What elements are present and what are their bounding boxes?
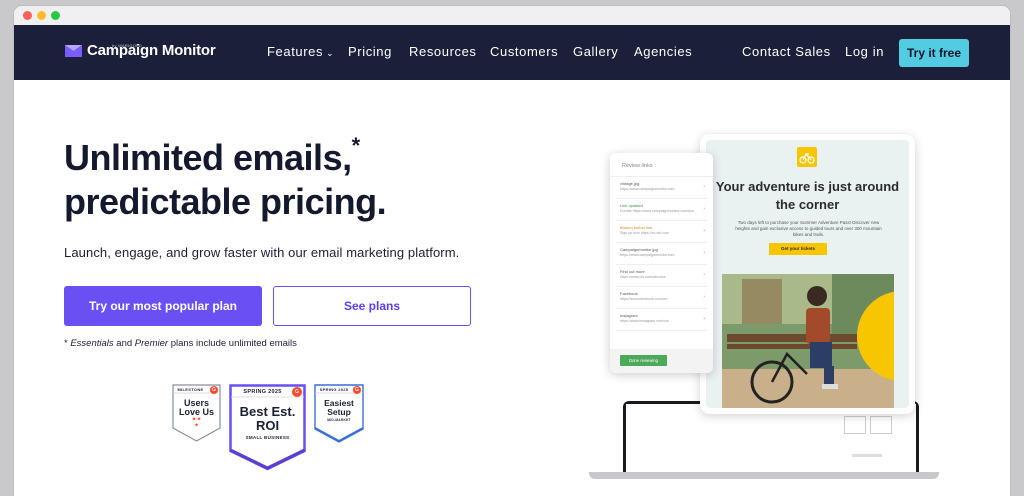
nav-login[interactable]: Log in [845, 44, 884, 59]
chevron-right-icon: › [703, 206, 705, 212]
see-plans-button[interactable]: See plans [273, 286, 471, 326]
email-preview: Your adventure is just around the corner… [706, 140, 909, 408]
hero-title-line2: predictable pricing. [64, 181, 387, 222]
chevron-right-icon: › [703, 272, 705, 278]
email-headline: Your adventure is just around the corner [715, 179, 900, 212]
nav-features-label: Features [267, 44, 324, 59]
list-item[interactable]: Facebook https://www.facebook.com/cm › [616, 287, 707, 309]
g2-logo-icon: G [292, 387, 302, 397]
badge-main-label: Users Love Us [178, 398, 214, 417]
badge-top-label: SPRING 2025 [319, 387, 349, 392]
try-popular-plan-button[interactable]: Try our most popular plan [64, 286, 262, 326]
link-url: https://www.campaignmonitor.com [620, 187, 675, 191]
chevron-right-icon: › [703, 228, 705, 234]
g2-logo-icon: G [353, 386, 361, 394]
laptop-base [589, 472, 939, 479]
list-item[interactable]: Campaignmonitor.jpg https://www.campaignm… [616, 243, 707, 265]
wireframe-line [852, 454, 882, 457]
badge-stars-icon: ✦✦ ✦ [191, 417, 202, 429]
nav-gallery[interactable]: Gallery [573, 44, 618, 59]
badge-top-label: SPRING 2025 [243, 389, 282, 395]
close-window-button[interactable] [23, 11, 32, 20]
email-body-text: Two days left to purchase your Summer Ad… [735, 220, 882, 237]
laptop-display [626, 404, 916, 473]
bike-logo-icon [797, 147, 817, 167]
minimize-window-button[interactable] [37, 11, 46, 20]
hero-title-line1: Unlimited emails, [64, 137, 352, 178]
nav-resources[interactable]: Resources [409, 44, 477, 59]
try-it-free-button[interactable]: Try it free [899, 39, 969, 67]
list-item[interactable]: Find out more https://www.cm.com/aboutus › [616, 265, 707, 287]
badge-sub-label: SMALL BUSINESS [245, 435, 290, 440]
link-url: Sign up now https://ex.ctrl.com [620, 231, 669, 235]
badge-users-love-us: MILESTONE G Users Love Us ✦✦ ✦ [172, 384, 221, 442]
chevron-right-icon: › [703, 316, 705, 322]
link-url: https://www.instagram.com/cm [620, 319, 669, 323]
badge-main-label: Easiest Setup [324, 398, 354, 417]
list-item[interactable]: vintage.jpg https://www.campaignmonitor.c… [616, 177, 707, 199]
browser-window: Campaign Monitor by MARIGOLD Features ⌄ P… [14, 6, 1010, 496]
email-preview-device: Your adventure is just around the corner… [700, 134, 915, 414]
note-and: and [113, 338, 135, 349]
wireframe-block [844, 416, 866, 434]
top-navigation: Campaign Monitor by MARIGOLD Features ⌄ P… [14, 25, 1010, 80]
badge-main-label: Best Est. ROI [239, 404, 296, 433]
chevron-right-icon: › [703, 250, 705, 256]
chevron-down-icon: ⌄ [326, 48, 335, 58]
envelope-logo-icon [65, 45, 82, 57]
window-titlebar [14, 6, 1010, 25]
unlimited-emails-note: * Essentials and Premier plans include u… [64, 338, 297, 349]
brand-name: Campaign Monitor [87, 42, 216, 59]
list-item[interactable]: Broken button link Sign up now https://ex… [616, 221, 707, 243]
badge-easiest-setup: SPRING 2025 G Easiest Setup MID-MARKET [314, 384, 364, 443]
nav-features[interactable]: Features ⌄ [267, 44, 334, 59]
chevron-right-icon: › [703, 294, 705, 300]
note-plan-essentials: Essentials [70, 338, 114, 349]
g2-logo-icon: G [210, 386, 218, 394]
note-plan-premier: Premier [134, 338, 169, 349]
nav-customers[interactable]: Customers [490, 44, 558, 59]
hero-title-asterisk: * [351, 133, 361, 158]
review-links-panel: Review links vintage.jpg https://www.camp… [610, 153, 713, 373]
nav-agencies[interactable]: Agencies [634, 44, 692, 59]
chevron-right-icon: › [703, 184, 705, 190]
nav-pricing[interactable]: Pricing [348, 44, 392, 59]
email-hero-photo [722, 274, 894, 408]
link-url: https://www.campaignmonitor.com [620, 253, 675, 257]
hero-title: Unlimited emails,* predictable pricing. [64, 133, 484, 224]
brand-subtitle: by MARIGOLD [112, 43, 142, 48]
nav-contact-sales[interactable]: Contact Sales [742, 44, 831, 59]
badge-best-est-roi: SPRING 2025 G Best Est. ROI SMALL BUSINE… [229, 384, 306, 471]
list-item[interactable]: Instagram https://www.instagram.com/cm › [616, 309, 707, 331]
done-reviewing-button[interactable]: Done reviewing [620, 355, 667, 366]
panel-title: Review links [610, 153, 713, 177]
link-url: https://www.cm.com/aboutus [620, 275, 666, 279]
link-url: https://www.facebook.com/cm [620, 297, 668, 301]
maximize-window-button[interactable] [51, 11, 60, 20]
get-tickets-button[interactable]: Get your tickets [769, 243, 827, 255]
list-item[interactable]: Link updated Donate https://www.campaignm… [616, 199, 707, 221]
link-url: Donate https://www.campaignmonitor.com/d… [620, 209, 695, 213]
wireframe-block [870, 416, 892, 434]
badge-top-label: MILESTONE [177, 387, 204, 392]
note-suffix: plans include unlimited emails [168, 338, 297, 349]
badge-sub-label: MID-MARKET [327, 418, 351, 422]
hero-subtitle: Launch, engage, and grow faster with our… [64, 245, 460, 260]
